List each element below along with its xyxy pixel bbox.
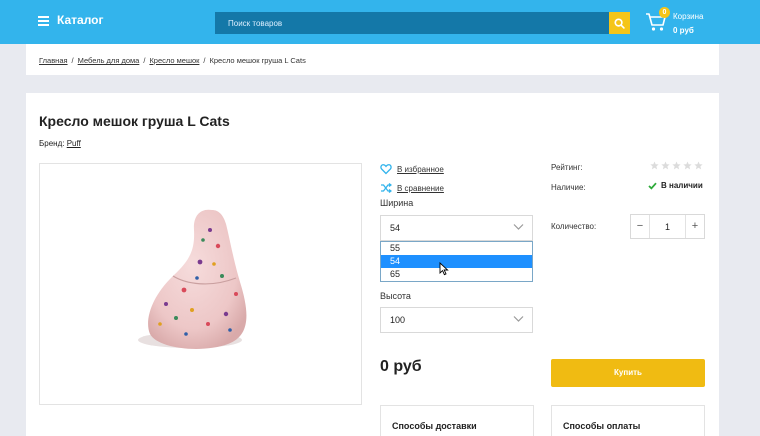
delivery-methods-title: Способы доставки [392, 421, 477, 431]
buy-button[interactable]: Купить [551, 359, 705, 387]
width-select[interactable]: 54 [380, 215, 533, 241]
shuffle-icon [381, 183, 392, 193]
top-header: Каталог 0 Корзина 0 руб [0, 0, 760, 44]
search-icon [614, 17, 625, 29]
favorite-link[interactable]: В избранное [380, 163, 444, 175]
compare-link[interactable]: В сравнение [380, 182, 444, 194]
mouse-cursor-icon [439, 262, 449, 276]
width-option-highlighted[interactable]: 54 [381, 255, 532, 268]
width-option[interactable]: 55 [381, 242, 532, 255]
width-dropdown-list: 55 54 65 [380, 241, 533, 282]
product-image-frame[interactable] [39, 163, 362, 405]
product-card: Кресло мешок груша L Cats Бренд: Puff В … [26, 93, 719, 436]
breadcrumb-bean-bags[interactable]: Кресло мешок [149, 56, 199, 65]
cart-total: 0 руб [673, 26, 694, 35]
star-icon [694, 161, 703, 170]
heart-icon [380, 164, 392, 175]
brand-link[interactable]: Puff [67, 139, 81, 148]
catalog-label: Каталог [57, 13, 104, 27]
cart-label: Корзина [673, 12, 704, 21]
availability-value: В наличии [661, 181, 703, 190]
chevron-down-icon [513, 224, 524, 230]
catalog-button[interactable]: Каталог [38, 13, 104, 27]
quantity-increase-button[interactable]: + [686, 215, 704, 238]
compare-label: В сравнение [397, 183, 444, 193]
star-icon [672, 161, 681, 170]
breadcrumb-home[interactable]: Главная [39, 56, 68, 65]
brand-label: Бренд: [39, 139, 65, 148]
quantity-label: Количество: [551, 222, 597, 231]
search-button[interactable] [609, 12, 630, 34]
product-title: Кресло мешок груша L Cats [39, 113, 230, 129]
quantity-stepper: − + [630, 214, 705, 239]
rating-stars[interactable] [650, 161, 703, 170]
payment-methods-title: Способы оплаты [563, 421, 641, 431]
height-label: Высота [380, 291, 411, 301]
breadcrumb-furniture[interactable]: Мебель для дома [78, 56, 140, 65]
menu-icon [38, 15, 49, 26]
star-icon [683, 161, 692, 170]
availability-label: Наличие: [551, 183, 586, 192]
star-icon [650, 161, 659, 170]
availability-status: В наличии [648, 181, 703, 190]
height-select[interactable]: 100 [380, 307, 533, 333]
cart-widget[interactable]: 0 Корзина 0 руб [645, 7, 755, 37]
star-icon [661, 161, 670, 170]
search-bar [215, 12, 630, 34]
chevron-down-icon [513, 316, 524, 322]
height-selected-value: 100 [390, 315, 406, 325]
payment-methods-box: Способы оплаты [551, 405, 705, 436]
breadcrumb-bar: Главная / Мебель для дома / Кресло мешок / Кре… [26, 44, 719, 75]
rating-label: Рейтинг: [551, 163, 583, 172]
cart-count-badge: 0 [659, 7, 670, 18]
search-input[interactable] [215, 12, 609, 34]
width-label: Ширина [380, 198, 414, 208]
quantity-input[interactable] [649, 215, 686, 238]
product-brand: Бренд: Puff [39, 139, 81, 148]
breadcrumb-current: Кресло мешок груша L Cats [209, 56, 306, 65]
delivery-methods-box: Способы доставки [380, 405, 534, 436]
width-selected-value: 54 [390, 223, 401, 233]
breadcrumb: Главная / Мебель для дома / Кресло мешок / Кре… [39, 56, 306, 65]
check-icon [648, 182, 657, 190]
quantity-decrease-button[interactable]: − [631, 215, 649, 238]
favorite-label: В избранное [397, 164, 444, 174]
width-option[interactable]: 65 [381, 268, 532, 281]
product-image [138, 209, 247, 349]
product-price: 0 руб [380, 358, 422, 375]
